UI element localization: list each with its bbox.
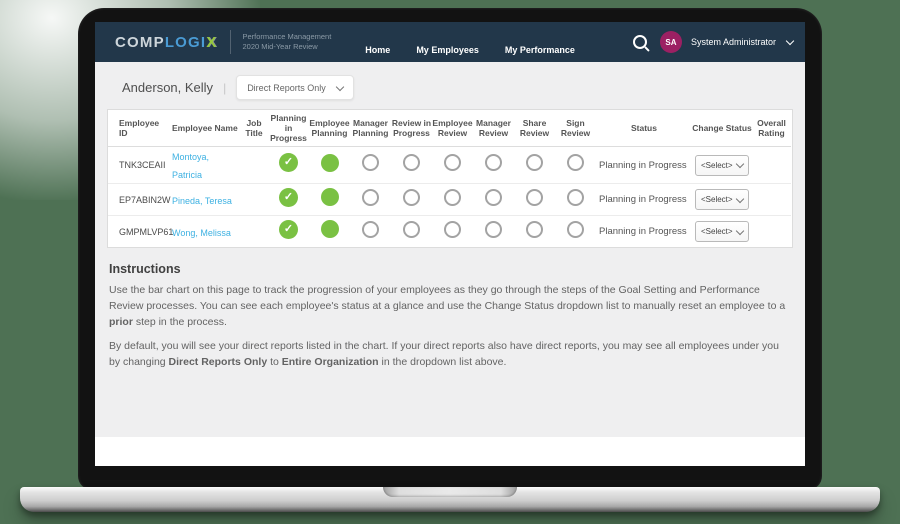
avatar[interactable]: SA <box>659 31 682 53</box>
search-icon[interactable] <box>632 35 647 49</box>
laptop-notch <box>383 487 517 497</box>
employee-name-link[interactable]: Pineda, Teresa <box>172 196 232 206</box>
user-menu[interactable]: System Administrator <box>691 37 776 47</box>
complogix-logo: COMPLOGIX <box>115 33 218 51</box>
employee-status-table: Employee ID Employee Name Job Title Plan… <box>108 110 791 247</box>
col-status: Status <box>596 110 692 147</box>
step-indicator <box>526 220 543 238</box>
change-status-select[interactable]: <Select> <box>695 189 749 210</box>
change-status-select[interactable]: <Select> <box>695 154 749 176</box>
col-manager-review: Manager Review <box>473 110 514 147</box>
step-indicator <box>403 188 420 206</box>
employee-name-link[interactable]: Wong, Melissa <box>172 228 231 238</box>
toolbar-separator: | <box>223 80 227 95</box>
employee-name-link[interactable]: Montoya, Patricia <box>172 152 209 180</box>
col-planning-in-progress: Planning in Progress <box>268 110 309 147</box>
step-indicator <box>526 188 543 206</box>
step-indicator <box>567 188 584 206</box>
nav-my-performance[interactable]: My Performance <box>505 45 575 55</box>
employee-id: GMPMLVP61 <box>108 215 173 247</box>
col-overall-rating: Overall Rating <box>752 110 791 147</box>
subtitle-line2: 2020 Mid-Year Review <box>242 42 318 51</box>
step-indicator <box>362 154 379 171</box>
step-indicator <box>279 219 298 239</box>
toolbar: Anderson, Kelly | Direct Reports Only <box>95 62 805 100</box>
col-share-review: Share Review <box>514 110 555 147</box>
step-indicator <box>485 220 502 238</box>
step-indicator <box>567 154 584 171</box>
chevron-down-icon[interactable] <box>785 36 795 46</box>
step-indicator <box>567 220 584 238</box>
main-nav: Home My Employees My Performance <box>365 45 575 62</box>
step-indicator <box>320 188 339 206</box>
step-indicator <box>485 188 502 206</box>
col-employee-name: Employee Name <box>166 110 240 147</box>
step-indicator <box>444 188 461 206</box>
table-header-row: Employee ID Employee Name Job Title Plan… <box>108 110 791 147</box>
step-indicator <box>320 220 339 238</box>
job-title-cell <box>240 183 268 216</box>
status-text: Planning in Progress <box>599 159 687 171</box>
laptop-base <box>20 487 880 512</box>
header-right: SA System Administrator <box>632 31 795 53</box>
header-divider <box>229 30 231 54</box>
col-review-in-progress: Review in Progress <box>391 110 432 147</box>
chevron-down-icon <box>735 226 745 235</box>
col-employee-planning: Employee Planning <box>309 110 350 147</box>
step-indicator <box>362 188 379 206</box>
instructions-paragraph-2: By default, you will see your direct rep… <box>109 340 779 368</box>
subtitle-line1: Performance Management <box>242 31 332 41</box>
app-header: COMPLOGIX Performance Management 2020 Mi… <box>95 22 805 62</box>
step-indicator <box>362 220 379 238</box>
manager-name: Anderson, Kelly <box>122 80 214 95</box>
page-background: COMPLOGIX Performance Management 2020 Mi… <box>0 0 900 524</box>
employee-id: EP7ABIN2W <box>108 183 171 216</box>
app-subtitle: Performance Management 2020 Mid-Year Rev… <box>243 32 332 53</box>
chevron-down-icon <box>735 194 745 203</box>
step-indicator <box>444 154 461 171</box>
job-title-cell <box>240 215 268 247</box>
change-status-select[interactable]: <Select> <box>695 221 749 242</box>
employee-status-table-card: Employee ID Employee Name Job Title Plan… <box>107 109 793 248</box>
status-text: Planning in Progress <box>596 215 692 247</box>
col-change-status: Change Status <box>692 110 752 147</box>
step-indicator <box>444 220 461 238</box>
nav-my-employees[interactable]: My Employees <box>416 45 479 55</box>
scope-filter-dropdown[interactable]: Direct Reports Only <box>236 75 355 100</box>
col-sign-review: Sign Review <box>555 110 596 147</box>
step-indicator <box>279 187 298 207</box>
instructions-section: Instructions Use the bar chart on this p… <box>95 248 805 371</box>
table-row: GMPMLVP61 Wong, Melissa Planning in P <box>108 215 791 247</box>
step-indicator <box>320 153 339 172</box>
step-indicator <box>403 220 420 238</box>
employee-id: TNK3CEAII <box>119 160 166 170</box>
overall-rating-cell <box>752 147 791 184</box>
status-text: Planning in Progress <box>596 183 692 216</box>
laptop-screen: COMPLOGIX Performance Management 2020 Mi… <box>95 22 805 466</box>
chevron-down-icon <box>735 159 745 169</box>
scope-filter-value: Direct Reports Only <box>247 82 326 93</box>
col-employee-review: Employee Review <box>432 110 473 147</box>
step-indicator <box>526 154 543 171</box>
page-content: Anderson, Kelly | Direct Reports Only Em… <box>95 62 805 437</box>
chevron-down-icon <box>335 82 345 91</box>
overall-rating-cell <box>752 215 791 247</box>
job-title-cell <box>240 147 268 184</box>
col-employee-id: Employee ID <box>108 110 166 147</box>
col-job-title: Job Title <box>240 110 268 147</box>
table-row: EP7ABIN2W Pineda, Teresa Planning in <box>108 183 791 216</box>
overall-rating-cell <box>752 183 791 216</box>
col-manager-planning: Manager Planning <box>350 110 391 147</box>
nav-home[interactable]: Home <box>365 45 390 55</box>
step-indicator <box>485 154 502 171</box>
step-indicator <box>403 154 420 171</box>
instructions-paragraph-1: Use the bar chart on this page to track … <box>109 284 786 328</box>
step-indicator <box>279 153 298 172</box>
table-row: TNK3CEAII Montoya, Patricia Planning <box>108 147 791 184</box>
instructions-title: Instructions <box>109 262 181 276</box>
